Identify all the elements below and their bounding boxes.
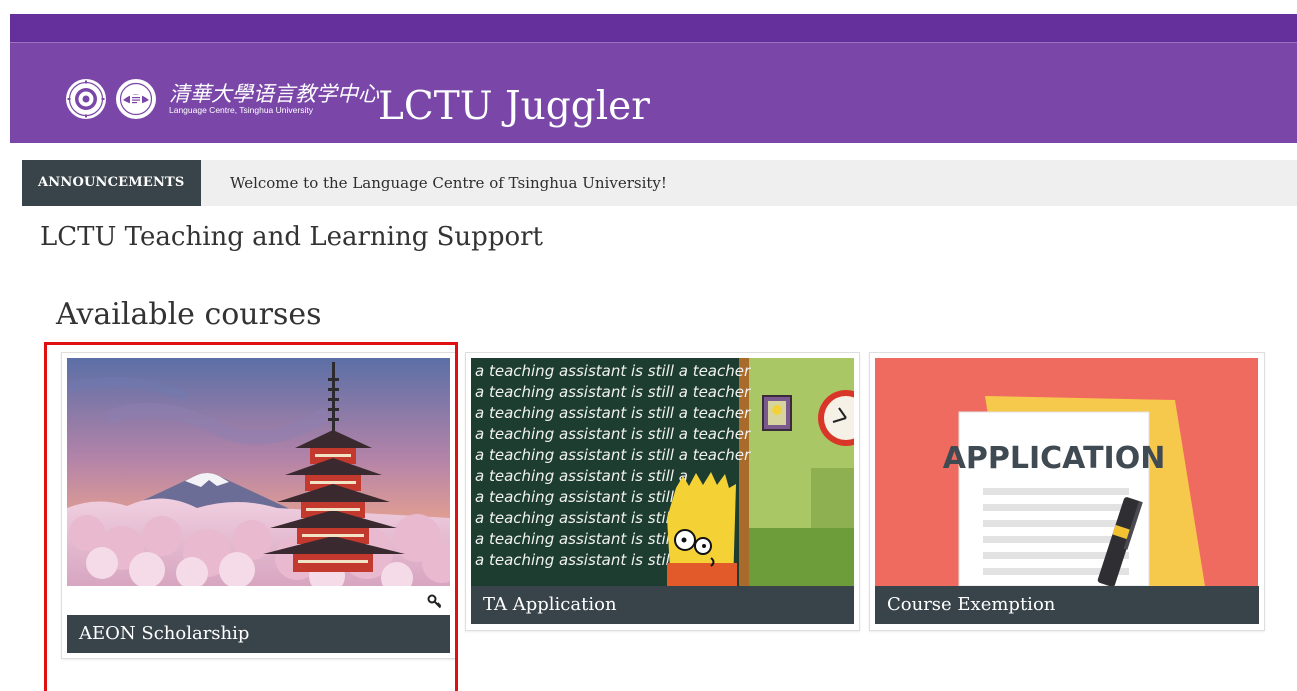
svg-text:a teaching assistant is st: a teaching assistant is still — [475, 551, 675, 569]
header-top-bar — [10, 14, 1297, 43]
course-title-ta-application[interactable]: TA Application — [471, 586, 854, 624]
announcement-text[interactable]: Welcome to the Language Centre of Tsingh… — [230, 160, 667, 206]
svg-text:a teaching assistant is st: a teaching assistant is still — [475, 530, 675, 548]
announcements-bar: ANNOUNCEMENTS Welcome to the Language Ce… — [22, 160, 1297, 206]
course-card-ta-application[interactable]: a teaching assistant is still a teacher … — [465, 352, 860, 631]
chalkboard-cartoon-image: a teaching assistant is still a teacher … — [471, 358, 854, 586]
course-image-pagoda[interactable] — [67, 358, 450, 586]
svg-text:a teaching assistant is st: a teaching assistant is still — [475, 509, 675, 527]
svg-text:a teaching assistant is st: a teaching assistant is still a teacher — [475, 425, 751, 443]
language-centre-emblem-icon — [116, 79, 156, 119]
application-image-text: APPLICATION — [943, 441, 1166, 476]
key-icon — [427, 594, 442, 609]
logo-chinese-text: 清華大學语言教学中心 — [169, 82, 379, 106]
logo-english-text: Language Centre, Tsinghua University — [169, 105, 313, 115]
svg-text:a teaching assistant is st: a teaching assistant is still a teacher — [475, 446, 751, 464]
available-courses-heading: Available courses — [56, 297, 322, 332]
course-card-aeon-scholarship[interactable]: AEON Scholarship — [61, 352, 456, 659]
svg-text:a teaching assistant is st: a teaching assistant is still a — [475, 467, 688, 485]
tsinghua-seal-icon — [66, 79, 106, 119]
course-title-aeon-scholarship[interactable]: AEON Scholarship — [67, 615, 450, 653]
site-header: 清華大學语言教学中心 Language Centre, Tsinghua Uni… — [10, 14, 1297, 143]
course-title-course-exemption[interactable]: Course Exemption — [875, 586, 1259, 624]
site-title[interactable]: LCTU Juggler — [378, 84, 650, 130]
course-image-application[interactable]: APPLICATION — [875, 358, 1258, 586]
svg-text:a teaching assistant is st: a teaching assistant is still a teacher — [475, 383, 751, 401]
course-image-chalkboard[interactable]: a teaching assistant is still a teacher … — [471, 358, 854, 586]
pagoda-mount-fuji-image — [67, 358, 450, 586]
announcements-label: ANNOUNCEMENTS — [22, 160, 201, 206]
site-logo[interactable]: 清華大學语言教学中心 Language Centre, Tsinghua Uni… — [65, 78, 379, 120]
page-title: LCTU Teaching and Learning Support — [40, 222, 543, 252]
course-card-course-exemption[interactable]: APPLICATION Course Exemption — [869, 352, 1265, 631]
svg-text:a teaching assistant is st: a teaching assistant is still a teacher — [475, 404, 751, 422]
application-form-image: APPLICATION — [875, 358, 1258, 586]
svg-text:a teaching assistant is st: a teaching assistant is still a teacher — [475, 362, 751, 380]
svg-text:a teaching assistant is st: a teaching assistant is still — [475, 488, 675, 506]
